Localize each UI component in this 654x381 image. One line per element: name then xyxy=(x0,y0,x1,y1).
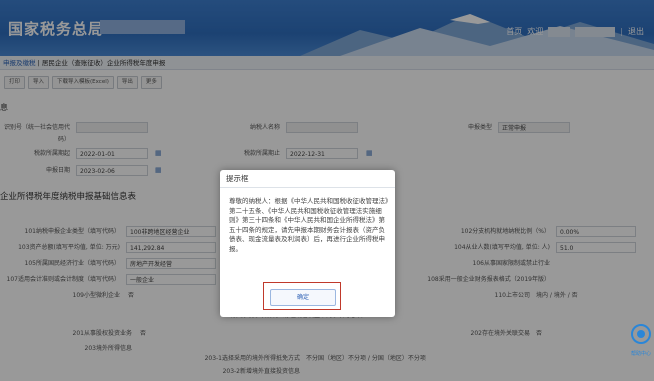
dialog-title: 提示框 xyxy=(220,170,395,188)
help-label: 帮助中心 xyxy=(630,351,651,357)
confirm-button[interactable]: 确定 xyxy=(270,289,336,306)
dialog-message: 尊敬的纳税人：根据《中华人民共和国税收征收管理法》第二十五条、《中华人民共和国税… xyxy=(229,197,389,253)
help-center-widget[interactable]: 帮助中心 xyxy=(630,322,652,362)
help-headset-icon xyxy=(631,324,651,344)
notice-dialog: 提示框 尊敬的纳税人：根据《中华人民共和国税收征收管理法》第二十五条、《中华人民… xyxy=(220,170,395,317)
